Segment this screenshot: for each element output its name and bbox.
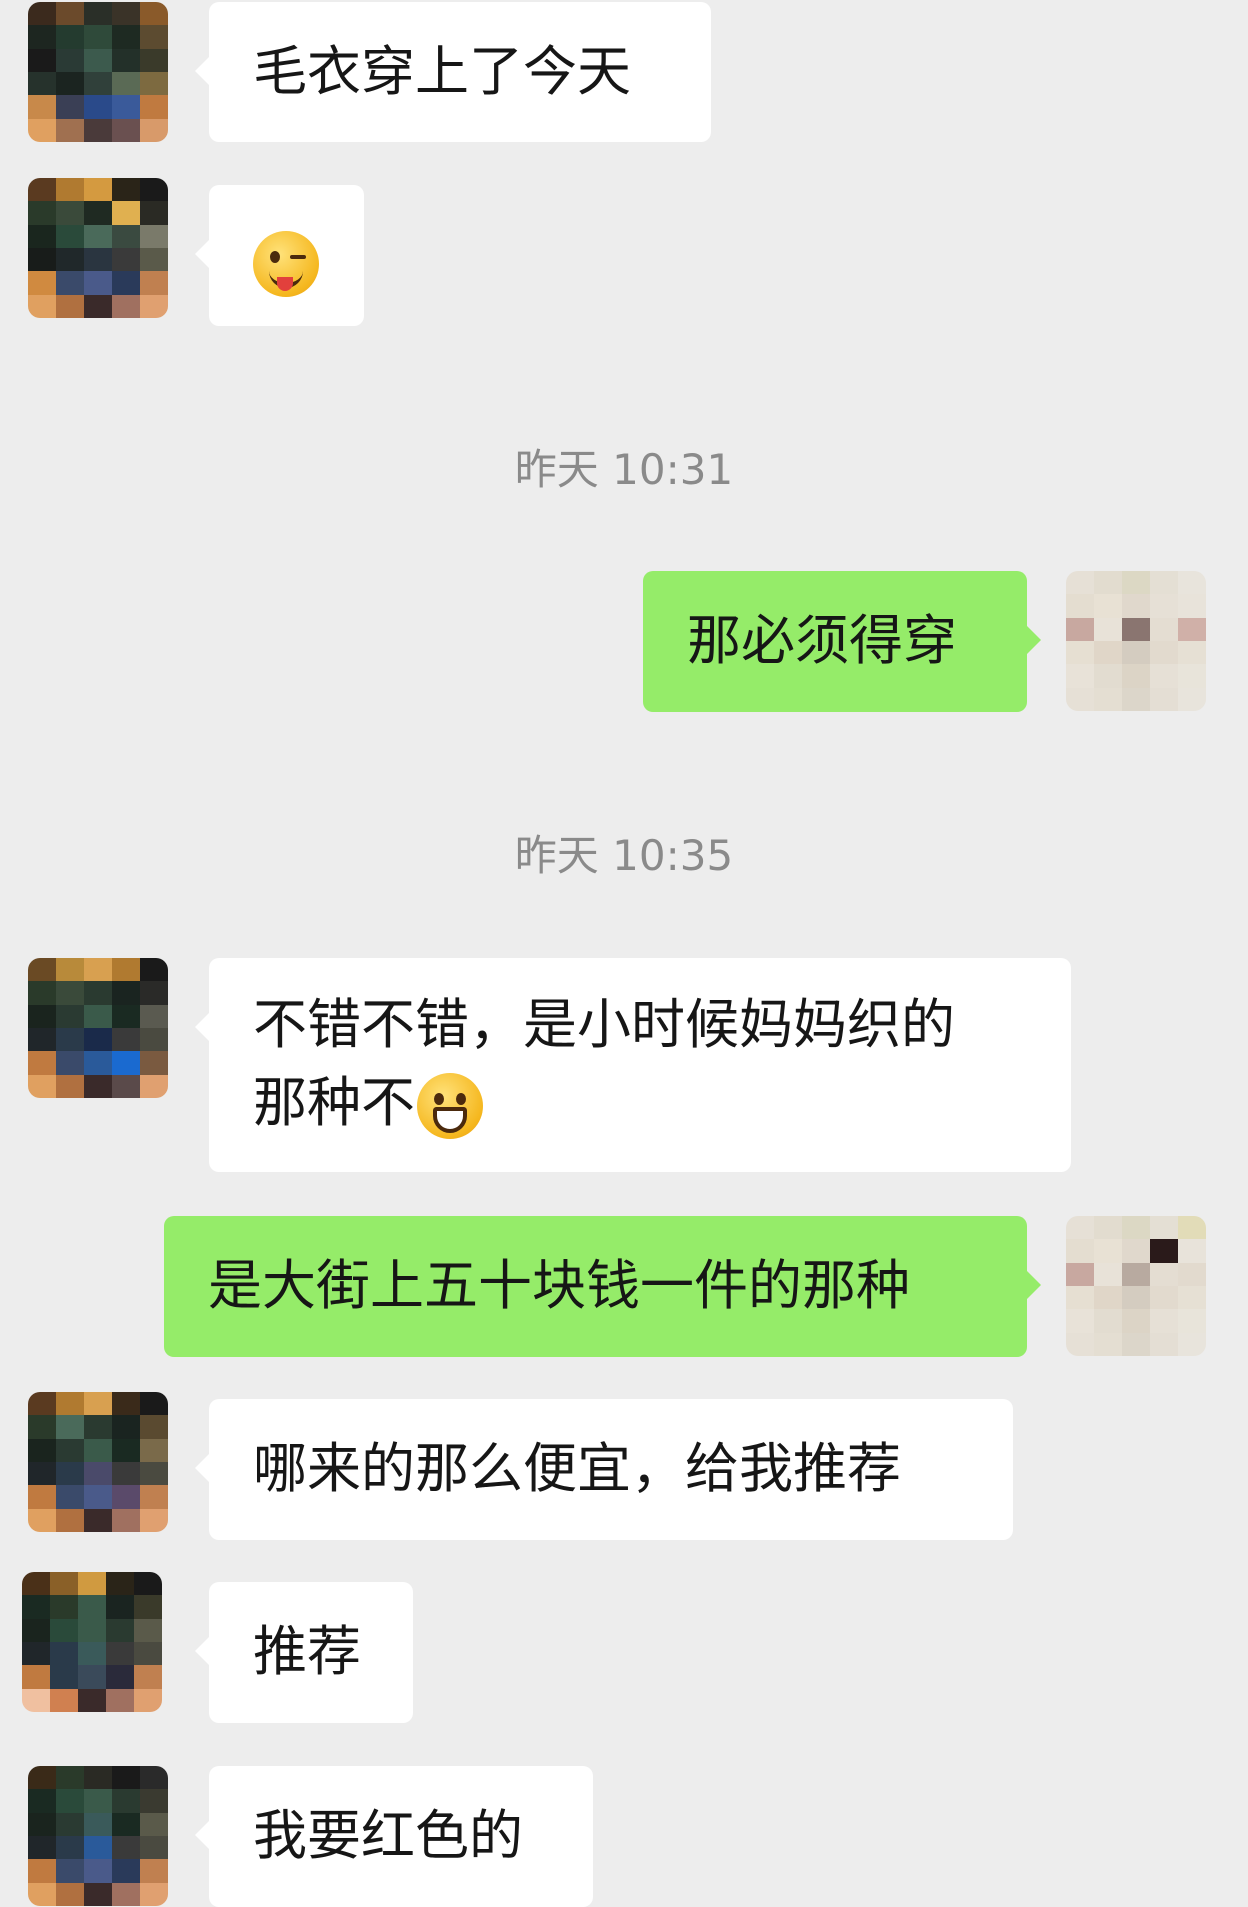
contact-avatar[interactable] — [28, 1392, 168, 1532]
message-bubble-incoming[interactable]: 不错不错，是小时候妈妈织的 那种不 — [195, 958, 1071, 1172]
message-bubble-incoming[interactable] — [195, 185, 364, 326]
message-text: 我要红色的 — [253, 1804, 523, 1867]
grinning-face-emoji — [417, 1073, 483, 1140]
timestamp: 昨天 10:35 — [514, 831, 734, 880]
message-bubble-incoming[interactable]: 哪来的那么便宜，给我推荐 — [195, 1399, 1013, 1540]
contact-avatar[interactable] — [28, 2, 168, 142]
message-bubble-outgoing[interactable]: 是大街上五十块钱一件的那种 — [164, 1216, 1041, 1357]
contact-avatar[interactable] — [28, 1766, 168, 1906]
contact-avatar[interactable] — [22, 1572, 162, 1712]
contact-avatar[interactable] — [28, 178, 168, 318]
self-avatar[interactable] — [1066, 1216, 1206, 1356]
self-avatar[interactable] — [1066, 571, 1206, 711]
timestamp: 昨天 10:31 — [514, 445, 734, 494]
winking-face-with-tongue-emoji — [253, 231, 319, 298]
message-text: 哪来的那么便宜，给我推荐 — [253, 1437, 901, 1500]
message-text: 推荐 — [253, 1620, 361, 1683]
message-bubble-incoming[interactable]: 我要红色的 — [195, 1766, 593, 1907]
message-text-line: 那种不 — [253, 1064, 1027, 1142]
message-text: 是大街上五十块钱一件的那种 — [208, 1254, 910, 1317]
message-bubble-incoming[interactable]: 毛衣穿上了今天 — [195, 2, 711, 142]
message-text-line: 不错不错，是小时候妈妈织的 — [253, 993, 955, 1056]
message-text: 毛衣穿上了今天 — [253, 40, 631, 103]
message-text: 那必须得穿 — [687, 609, 957, 672]
message-bubble-incoming[interactable]: 推荐 — [195, 1582, 413, 1723]
message-bubble-outgoing[interactable]: 那必须得穿 — [643, 571, 1041, 712]
message-text: 那种不 — [253, 1071, 415, 1134]
contact-avatar[interactable] — [28, 958, 168, 1098]
